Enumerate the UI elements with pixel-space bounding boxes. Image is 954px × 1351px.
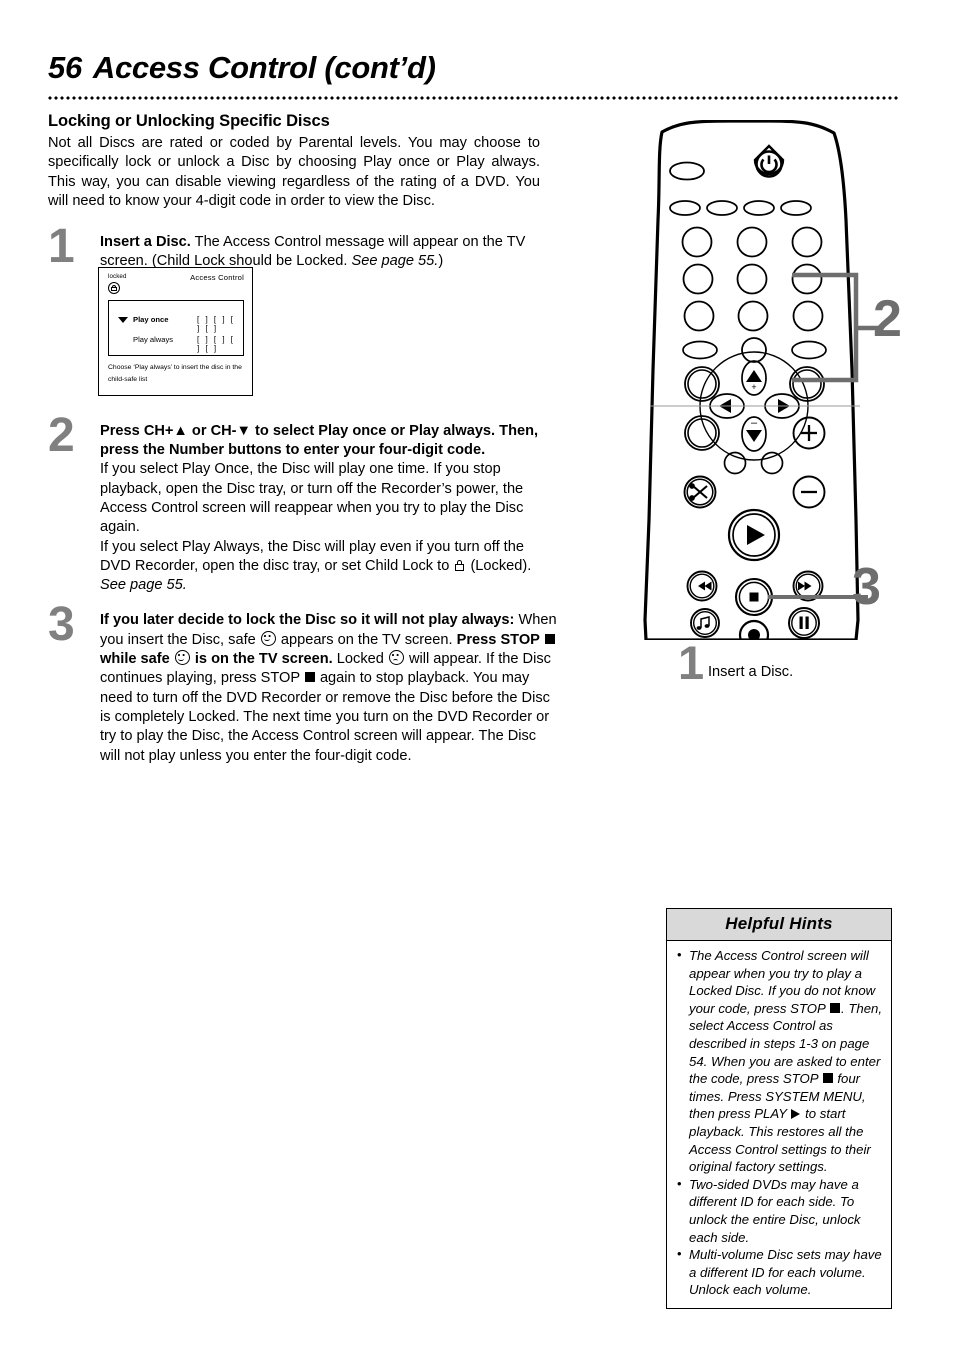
tv-lock-icon xyxy=(108,282,120,294)
callout-number-2: 2 xyxy=(873,290,902,348)
document-page: 56 Access Control (cont’d) Locking or Unl… xyxy=(0,0,954,1351)
nav-minus-label: – xyxy=(751,417,758,429)
step-3-number: 3 xyxy=(48,598,75,652)
section-heading: Locking or Unlocking Specific Discs xyxy=(48,112,330,130)
tv-option-play-always[interactable]: Play always [ ] [ ] [ ] [ ] xyxy=(109,333,243,353)
step-2-text: Press CH+▲ or CH-▼ to select Play once o… xyxy=(100,422,558,461)
step-3-t3: Locked xyxy=(332,651,388,668)
tv-option-code-0: [ ] [ ] [ ] [ ] xyxy=(197,315,236,333)
tv-option-play-once[interactable]: Play once [ ] [ ] [ ] [ ] xyxy=(109,313,243,333)
locked-frowny-icon xyxy=(388,650,404,666)
callout-number-3: 3 xyxy=(852,558,881,616)
page-title-text: Access Control (cont’d) xyxy=(92,50,436,85)
tv-footer-text: Choose ‘Play always’ to insert the disc … xyxy=(108,364,242,383)
intro-paragraph: Not all Discs are rated or coded by Pare… xyxy=(48,135,540,209)
tv-option-code-1: [ ] [ ] [ ] [ ] xyxy=(197,335,236,353)
caption-1-text: Insert a Disc. xyxy=(708,664,794,680)
step-3-lead: If you later decide to lock the Disc so … xyxy=(100,612,515,629)
step-3-bold-2: while safe xyxy=(100,651,174,668)
stop-square-glyph xyxy=(749,592,759,602)
step-2-para-2: If you select Play Always, the Disc will… xyxy=(100,538,558,596)
page-title: 56 Access Control (cont’d) xyxy=(48,50,748,86)
step-1-text: Insert a Disc. The Access Control messag… xyxy=(100,233,558,272)
tv-screen-title: Access Control xyxy=(190,273,244,282)
step-1-number: 1 xyxy=(48,220,75,274)
page-number: 56 xyxy=(48,50,82,85)
remote-caption-1: 1 Insert a Disc. xyxy=(678,639,898,692)
tv-options-box: Play once [ ] [ ] [ ] [ ] Play always [ … xyxy=(108,300,244,356)
child-lock-icon xyxy=(455,559,465,571)
stop-square-icon-2 xyxy=(304,672,315,683)
step-3: 3 If you later decide to lock the Disc s… xyxy=(48,601,558,765)
step-2-para-1: If you select Play Once, the Disc will p… xyxy=(100,461,524,536)
step-1: 1 Insert a Disc. The Access Control mess… xyxy=(48,223,558,272)
step-3-bold-3: is on the TV screen. xyxy=(190,651,333,668)
caption-1-number: 1 xyxy=(678,636,705,689)
selection-caret-icon xyxy=(118,317,128,323)
hint-play-icon xyxy=(791,1109,801,1120)
hint-item-2: Two-sided DVDs may have a different ID f… xyxy=(675,1175,883,1246)
step-2-para2-b: (Locked). xyxy=(466,557,532,574)
dotted-divider xyxy=(48,96,900,100)
nav-plus-label: + xyxy=(751,382,756,392)
safe-smiley-icon xyxy=(260,630,276,646)
tv-option-label-0: Play once xyxy=(133,315,169,324)
step-3-bold-1: Press STOP xyxy=(456,631,544,648)
left-content-column: Locking or Unlocking Specific Discs Not … xyxy=(48,112,558,766)
step-2: 2 Press CH+▲ or CH-▼ to select Play once… xyxy=(48,411,558,596)
hint-item-3: Multi-volume Disc sets may have a differ… xyxy=(675,1245,883,1299)
hint-stop-icon-1 xyxy=(830,1002,840,1013)
step-2-see-page: See page 55. xyxy=(100,577,187,594)
step-2-number: 2 xyxy=(48,408,75,462)
step-3-t2: appears on the TV screen. xyxy=(276,631,457,648)
safe-smiley-icon-2 xyxy=(174,650,190,666)
helpful-hints-body: The Access Control screen will appear wh… xyxy=(667,941,891,1308)
stop-square-icon xyxy=(544,633,555,644)
helpful-hints-title: Helpful Hints xyxy=(667,909,891,941)
step-1-italic: See page 55. xyxy=(351,253,439,270)
hint-stop-icon-2 xyxy=(822,1073,833,1084)
helpful-hints-box: Helpful Hints The Access Control screen … xyxy=(666,908,892,1309)
step-2-lead: Press CH+▲ or CH-▼ to select Play once o… xyxy=(100,422,539,459)
remote-control-diagram: + – 2 3 xyxy=(620,119,940,651)
tv-option-label-1: Play always xyxy=(133,335,174,344)
tv-locked-label: locked xyxy=(108,273,127,280)
hint-item-1: The Access Control screen will appear wh… xyxy=(675,946,883,1176)
step-3-text: If you later decide to lock the Disc so … xyxy=(100,611,558,765)
step-1-lead: Insert a Disc. xyxy=(100,234,191,251)
tv-screen-mockup: locked Access Control Play once [ ] [ ] … xyxy=(98,267,253,396)
remote-svg: + – xyxy=(643,119,880,651)
step-1-body-b: ) xyxy=(438,253,444,270)
